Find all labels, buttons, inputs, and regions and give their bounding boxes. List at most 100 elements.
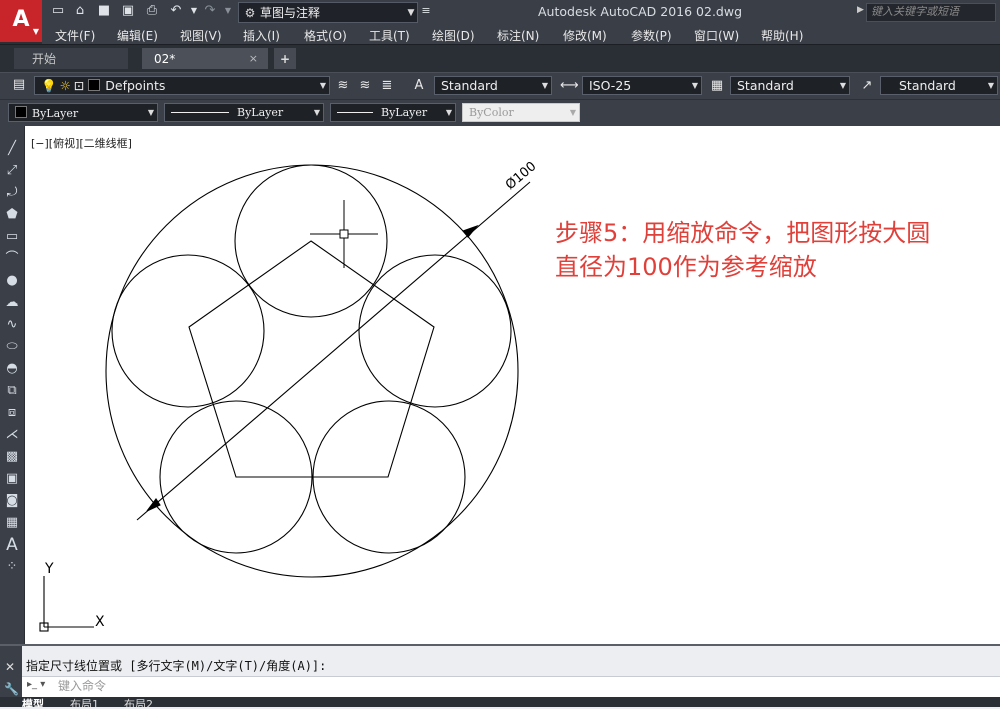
annotation-line-2: 直径为100作为参考缩放 bbox=[555, 253, 817, 281]
construction-line-icon[interactable]: ⤢ bbox=[3, 162, 21, 180]
close-icon[interactable]: ✕ bbox=[5, 660, 15, 674]
text-style-value: Standard bbox=[441, 78, 498, 93]
chevron-down-icon: ▼ bbox=[987, 81, 995, 90]
pickbox bbox=[339, 229, 349, 239]
new-tab-button[interactable]: + bbox=[274, 48, 296, 69]
undo-icon[interactable]: ↶ bbox=[168, 3, 184, 19]
revision-cloud-icon[interactable]: ☁ bbox=[3, 294, 21, 312]
open-file-icon[interactable]: ⌂ bbox=[72, 3, 88, 19]
outer-circle[interactable] bbox=[105, 164, 519, 578]
menu-insert[interactable]: 插入(I) bbox=[243, 27, 280, 44]
menu-edit[interactable]: 编辑(E) bbox=[117, 27, 158, 44]
line-icon[interactable]: ╱ bbox=[3, 140, 21, 158]
menu-modify[interactable]: 修改(M) bbox=[563, 27, 607, 44]
search-input[interactable] bbox=[867, 4, 995, 19]
tutorial-annotation: 步骤5：用缩放命令，把图形按大圆 直径为100作为参考缩放 bbox=[555, 216, 995, 284]
linetype-dropdown[interactable]: ByLayer ▼ bbox=[164, 103, 324, 122]
tab-layout2[interactable]: 布局2 bbox=[124, 698, 153, 707]
chevron-down-icon: ▼ bbox=[541, 81, 549, 90]
tab-layout1[interactable]: 布局1 bbox=[70, 698, 99, 707]
make-current-layer-icon[interactable]: ≋ bbox=[334, 77, 352, 95]
command-line-grip[interactable]: ✕ 🔧 bbox=[0, 646, 22, 702]
multileader-style-icon[interactable]: ↗ bbox=[858, 77, 876, 95]
command-prompt-icon[interactable]: ▸_ ▾ bbox=[27, 679, 45, 690]
print-icon[interactable]: ⎙ bbox=[144, 3, 160, 19]
menu-view[interactable]: 视图(V) bbox=[180, 27, 222, 44]
color-dropdown[interactable]: ByLayer ▼ bbox=[8, 103, 158, 122]
tab-current-label: 02* bbox=[154, 51, 176, 66]
circle-icon[interactable]: ● bbox=[3, 272, 21, 290]
text-style-icon[interactable]: A bbox=[410, 77, 428, 95]
text-style-dropdown[interactable]: Standard ▼ bbox=[434, 76, 552, 95]
point-icon[interactable]: ⋌ bbox=[3, 426, 21, 444]
menu-format[interactable]: 格式(O) bbox=[304, 27, 347, 44]
tab-model[interactable]: 模型 bbox=[22, 698, 44, 707]
new-file-icon[interactable]: ▭ bbox=[50, 3, 66, 19]
layer-dropdown[interactable]: 💡 ☼ ⊡ Defpoints ▼ bbox=[34, 76, 330, 95]
table-style-dropdown[interactable]: Standard ▼ bbox=[730, 76, 850, 95]
previous-layer-icon[interactable]: ≣ bbox=[378, 77, 396, 95]
dimension-style-dropdown[interactable]: ISO-25 ▼ bbox=[582, 76, 702, 95]
wrench-icon[interactable]: 🔧 bbox=[4, 682, 19, 696]
application-menu-button[interactable]: A ▼ bbox=[0, 0, 42, 42]
chevron-down-icon: ▼ bbox=[313, 108, 321, 117]
match-layer-icon[interactable]: ≋ bbox=[356, 77, 374, 95]
multileader-style-dropdown[interactable]: Standard ▼ bbox=[880, 76, 998, 95]
workspace-dropdown[interactable]: ⚙ 草图与注释 ▼ bbox=[238, 2, 418, 23]
redo-dropdown-icon[interactable]: ▼ bbox=[220, 3, 236, 19]
autocad-logo-icon: A bbox=[12, 6, 30, 32]
drawing-canvas[interactable]: Ø100 Y X bbox=[25, 126, 1000, 644]
polyline-icon[interactable]: ⤾ bbox=[3, 184, 21, 202]
menu-help[interactable]: 帮助(H) bbox=[761, 27, 803, 44]
ucs-x-label: X bbox=[95, 614, 105, 630]
redo-icon[interactable]: ↷ bbox=[202, 3, 218, 19]
tab-current-drawing[interactable]: 02* × bbox=[142, 48, 268, 69]
table-style-icon[interactable]: ▦ bbox=[708, 77, 726, 95]
ellipse-icon[interactable]: ⬭ bbox=[3, 338, 21, 356]
make-block-icon[interactable]: ⧈ bbox=[3, 404, 21, 422]
layer-properties-icon[interactable]: ▤ bbox=[10, 76, 28, 94]
dimension-style-icon[interactable]: ⟷ bbox=[560, 77, 579, 95]
hatch-icon[interactable]: ▩ bbox=[3, 448, 21, 466]
menu-parametric[interactable]: 参数(P) bbox=[631, 27, 672, 44]
customize-qat-icon[interactable]: ≡ bbox=[418, 3, 434, 19]
search-box[interactable] bbox=[866, 3, 996, 22]
menu-tools[interactable]: 工具(T) bbox=[369, 27, 410, 44]
spline-icon[interactable]: ∿ bbox=[3, 316, 21, 334]
viewport-controls[interactable]: [−][俯视][二维线框] bbox=[31, 135, 132, 151]
save-icon[interactable]: ■ bbox=[96, 3, 112, 19]
tab-start[interactable]: 开始 bbox=[14, 48, 128, 69]
ucs-y-label: Y bbox=[44, 561, 54, 577]
search-expand-icon[interactable]: ▶ bbox=[857, 5, 864, 15]
ellipse-arc-icon[interactable]: ◓ bbox=[3, 360, 21, 378]
undo-dropdown-icon[interactable]: ▼ bbox=[186, 3, 202, 19]
linetype-value: ByLayer bbox=[237, 106, 284, 119]
dimension-text[interactable]: Ø100 bbox=[503, 159, 539, 193]
insert-block-icon[interactable]: ⧉ bbox=[3, 382, 21, 400]
add-selected-icon[interactable]: ⁘ bbox=[3, 558, 21, 576]
plus-icon: + bbox=[279, 51, 291, 66]
arc-icon[interactable]: ⌒ bbox=[3, 250, 21, 268]
menu-draw[interactable]: 绘图(D) bbox=[432, 27, 475, 44]
rectangle-icon[interactable]: ▭ bbox=[3, 228, 21, 246]
command-input[interactable] bbox=[58, 678, 858, 694]
menu-dimension[interactable]: 标注(N) bbox=[497, 27, 539, 44]
close-icon[interactable]: × bbox=[249, 52, 258, 65]
menu-window[interactable]: 窗口(W) bbox=[694, 27, 739, 44]
workspace-label: 草图与注释 bbox=[260, 6, 321, 20]
menu-file[interactable]: 文件(F) bbox=[55, 27, 95, 44]
polygon-icon[interactable]: ⬟ bbox=[3, 206, 21, 224]
dimension-arrow-lower bbox=[146, 498, 161, 512]
multiline-text-icon[interactable]: A bbox=[3, 536, 21, 554]
dimension-arrow-upper bbox=[462, 224, 479, 238]
small-circle-left[interactable] bbox=[111, 254, 265, 408]
lineweight-dropdown[interactable]: ByLayer ▼ bbox=[330, 103, 456, 122]
pentagon[interactable] bbox=[188, 240, 435, 478]
small-circle-right[interactable] bbox=[358, 254, 512, 408]
table-icon[interactable]: ▦ bbox=[3, 514, 21, 532]
region-icon[interactable]: ◙ bbox=[3, 492, 21, 510]
save-as-icon[interactable]: ▣ bbox=[120, 3, 136, 19]
linetype-sample bbox=[171, 112, 229, 113]
chevron-down-icon: ▼ bbox=[32, 27, 39, 36]
gradient-icon[interactable]: ▣ bbox=[3, 470, 21, 488]
